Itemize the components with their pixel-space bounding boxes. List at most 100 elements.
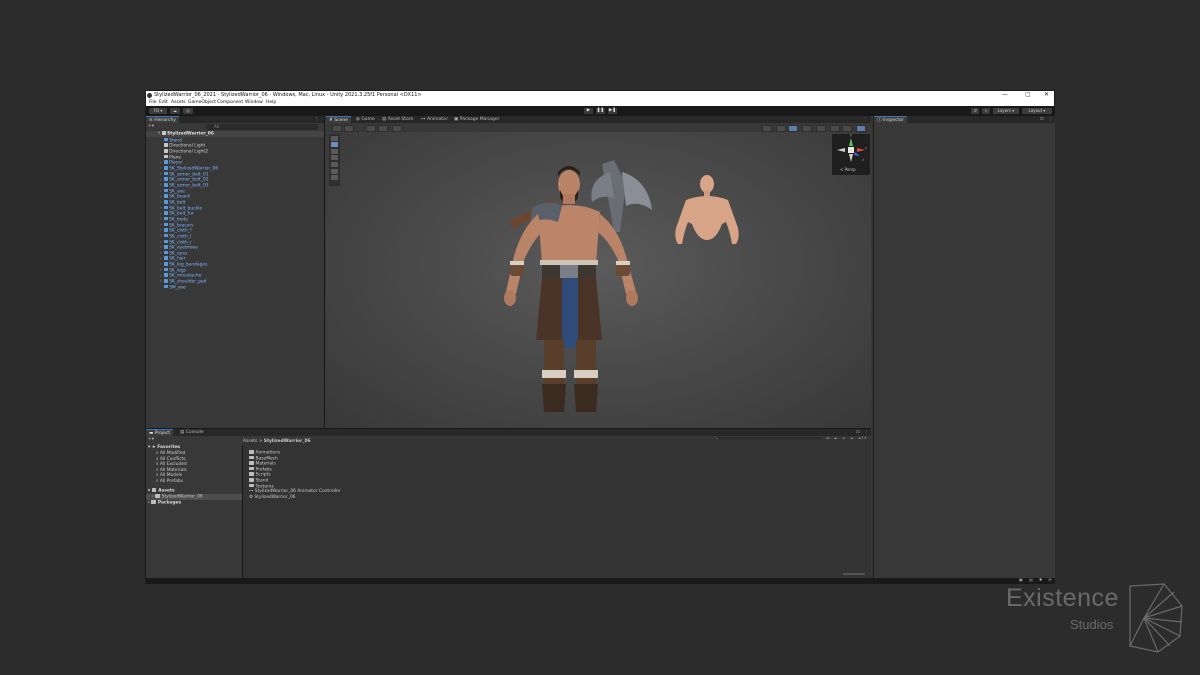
lighting-toggle-icon[interactable]	[788, 124, 798, 132]
main-toolbar: FD ▾ ☁ ◎ ▶ ❚❚ ▶❚ ↺ ⌕ Layers ▾ Layout ▾	[146, 106, 1054, 116]
hierarchy-item-label: SK_armor_belt_02	[169, 177, 209, 183]
assets-child-folder[interactable]: › StylizedWarrior_06	[146, 494, 242, 500]
hierarchy-item[interactable]: SM_axe	[160, 284, 186, 291]
scale-tool-icon[interactable]	[331, 155, 338, 161]
hierarchy-item-label: Directional Light	[169, 143, 206, 149]
pivot-dropdown[interactable]	[344, 124, 354, 132]
pause-button[interactable]: ❚❚	[596, 108, 605, 114]
gizmos-dropdown[interactable]	[856, 124, 866, 132]
favorites-header[interactable]: ▾ ★ Favorites	[148, 445, 180, 451]
tab-scene[interactable]: # Scene	[326, 116, 351, 123]
menu-window[interactable]: Window	[245, 99, 263, 106]
breadcrumb-separator: >	[258, 439, 263, 444]
breadcrumb-assets[interactable]: Assets	[243, 439, 257, 444]
menu-component[interactable]: Component	[217, 99, 243, 106]
layers-dropdown[interactable]: Layers ▾	[993, 108, 1019, 114]
increment-snap-dropdown[interactable]	[392, 124, 402, 132]
transform-tool-icon[interactable]	[331, 168, 338, 174]
zoom-slider[interactable]	[843, 573, 865, 575]
step-button[interactable]: ▶❚	[608, 108, 617, 114]
maximize-button[interactable]: ▢	[1025, 91, 1031, 99]
account-dropdown[interactable]: FD ▾	[149, 108, 167, 114]
lock-icon[interactable]: ⊡	[856, 429, 860, 436]
tab-asset-store[interactable]: ▤ Asset Store	[379, 116, 416, 123]
more-options-icon[interactable]: ⋮	[863, 116, 868, 123]
view-tool-icon[interactable]	[331, 135, 338, 141]
project-content: Assets > StylizedWarrior_06 Animations Ba…	[243, 439, 871, 579]
more-options-icon[interactable]: ⋮	[314, 116, 319, 123]
more-options-icon[interactable]: ⋮	[1048, 116, 1053, 123]
play-button[interactable]: ▶	[584, 108, 593, 114]
add-object-button[interactable]: +▾	[148, 124, 158, 130]
search-icon[interactable]: ⌕	[982, 108, 990, 114]
folder-icon	[249, 450, 254, 454]
minimize-button[interactable]: —	[1002, 91, 1008, 99]
breadcrumb-current[interactable]: StylizedWarrior_06	[264, 439, 311, 444]
hierarchy-item-label: Directional Light2	[169, 149, 208, 155]
audio-toggle-icon[interactable]	[802, 124, 812, 132]
menu-gameobject[interactable]: GameObject	[188, 99, 216, 106]
folder-icon	[151, 488, 157, 492]
hierarchy-item-label: SK_cloth_f	[169, 228, 192, 234]
menu-edit[interactable]: Edit	[159, 99, 168, 106]
hidden-objects-icon[interactable]	[830, 124, 840, 132]
hierarchy-scrollbar[interactable]	[320, 131, 323, 281]
close-button[interactable]: ✕	[1044, 91, 1049, 99]
projection-label[interactable]: < Persp	[840, 167, 856, 172]
tab-inspector[interactable]: ⓘ Inspector	[874, 116, 907, 123]
hierarchy-item-label: SK_hair	[169, 256, 186, 262]
move-tool-icon[interactable]	[331, 142, 338, 148]
2d-toggle[interactable]	[776, 124, 786, 132]
draw-mode-dropdown[interactable]	[762, 124, 772, 132]
x-axis-label: x	[865, 146, 868, 150]
effects-dropdown[interactable]	[816, 124, 826, 132]
more-options-icon[interactable]: ⋮	[864, 429, 869, 436]
snap-increment-icon[interactable]	[378, 124, 388, 132]
hierarchy-panel: ≡ Hierarchy ⋮ +▾ All ▾ StylizedWarrior_06…	[146, 116, 325, 428]
rotate-tool-icon[interactable]	[331, 148, 338, 154]
status-bar: ▣ ▤ ✱ ◔	[146, 577, 1054, 583]
grid-snap-icon[interactable]	[366, 124, 376, 132]
history-icon[interactable]: ↺	[971, 108, 979, 114]
collab-icon[interactable]: ◎	[183, 108, 193, 114]
hierarchy-root-row[interactable]: ▾ StylizedWarrior_06	[146, 131, 324, 137]
cloud-icon[interactable]: ☁	[170, 108, 180, 114]
rect-tool-icon[interactable]	[331, 161, 338, 167]
tab-package-manager[interactable]: ▣ Package Manager	[451, 116, 503, 123]
asset-item-label: Animations	[255, 450, 281, 456]
create-asset-button[interactable]: +▾	[148, 437, 154, 442]
packages-header[interactable]: › Packages	[148, 500, 181, 506]
bake-icon[interactable]: ▤	[1029, 577, 1033, 582]
menu-assets[interactable]: Assets	[171, 99, 186, 106]
expand-arrow-icon: ›	[148, 500, 150, 506]
hierarchy-root-label: ▾ StylizedWarrior_06	[158, 131, 214, 137]
expand-arrow-icon: ›	[152, 494, 154, 500]
favorites-item[interactable]: ⌕ All Prefabs	[156, 479, 183, 485]
lock-icon[interactable]: ⊡	[1040, 116, 1044, 123]
gameobject-icon	[164, 154, 168, 159]
prefab-icon	[164, 160, 168, 164]
camera-dropdown[interactable]	[842, 124, 852, 132]
tab-project[interactable]: ▬ Project	[146, 429, 174, 436]
debug-icon[interactable]: ✱	[1039, 577, 1042, 582]
hierarchy-item-label: SK_legs	[169, 268, 186, 274]
tab-hierarchy[interactable]: ≡ Hierarchy	[146, 116, 179, 123]
save-icon[interactable]: ▣	[1019, 577, 1023, 582]
asset-item[interactable]: ⚙ StylizedWarrior_06	[249, 495, 295, 501]
prefab-icon	[164, 183, 168, 187]
menu-help[interactable]: Help	[266, 99, 276, 106]
tab-console[interactable]: ▤ Console	[177, 429, 207, 436]
assets-header[interactable]: ▾ Assets	[148, 488, 175, 494]
custom-tool-icon[interactable]	[331, 175, 338, 181]
menu-file[interactable]: File	[149, 99, 157, 106]
hand-tool-icon[interactable]	[332, 124, 342, 132]
tab-game[interactable]: ◍ Game	[353, 116, 378, 123]
scene-viewport[interactable]	[326, 132, 871, 428]
prefab-icon	[164, 256, 168, 261]
progress-icon[interactable]: ◔	[1048, 577, 1052, 582]
layout-dropdown[interactable]: Layout ▾	[1022, 108, 1052, 114]
hierarchy-search-input[interactable]: All	[206, 124, 318, 130]
folder-icon	[249, 455, 254, 460]
tab-animator[interactable]: ⊶ Animator	[418, 116, 451, 123]
orientation-gizmo[interactable]: y x z < Persp	[832, 133, 870, 175]
